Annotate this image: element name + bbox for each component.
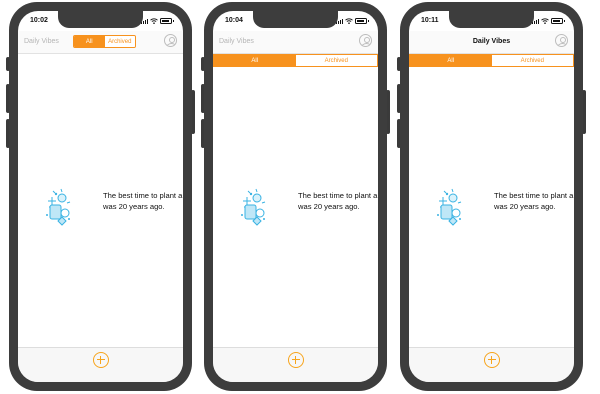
add-circle-icon[interactable] <box>93 352 109 368</box>
quote-card[interactable]: The best time to plant a tree was 20 yea… <box>238 183 378 228</box>
segmented-control: All Archived <box>409 54 574 67</box>
quote-text: The best time to plant a tree was 20 yea… <box>298 191 378 211</box>
illustration-icon <box>46 188 71 226</box>
navigation-bar: Daily Vibes <box>409 31 574 54</box>
quote-text: The best time to plant a tree was 20 yea… <box>494 191 574 211</box>
illustration-icon <box>241 188 266 226</box>
segmented-control: All Archived <box>213 54 378 67</box>
segment-archived[interactable]: Archived <box>295 55 377 66</box>
battery-icon <box>160 18 174 24</box>
status-time: 10:02 <box>30 17 48 24</box>
segment-archived[interactable]: Archived <box>104 36 135 47</box>
phone-2: 10:04 Daily Vibes All Archived The best … <box>201 2 390 391</box>
battery-icon <box>551 18 565 24</box>
wifi-icon <box>150 18 158 24</box>
quote-card[interactable]: The best time to plant a tree was 20 yea… <box>434 183 574 228</box>
status-icons <box>532 18 565 24</box>
wifi-icon <box>541 18 549 24</box>
quote-text: The best time to plant a tree was 20 yea… <box>103 191 183 211</box>
segment-archived[interactable]: Archived <box>491 55 573 66</box>
phone-3: 10:11 Daily Vibes All Archived The best … <box>397 2 586 391</box>
screen: 10:04 Daily Vibes All Archived The best … <box>213 11 378 382</box>
profile-icon[interactable] <box>164 34 177 47</box>
screen: 10:11 Daily Vibes All Archived The best … <box>409 11 574 382</box>
notch <box>58 11 143 28</box>
profile-icon[interactable] <box>555 34 568 47</box>
notch <box>449 11 534 28</box>
status-icons <box>141 18 174 24</box>
segment-all[interactable]: All <box>74 36 105 47</box>
phone-1: 10:02 Daily Vibes All Archived The best … <box>6 2 195 391</box>
tab-bar <box>18 347 183 382</box>
quote-card[interactable]: The best time to plant a tree was 20 yea… <box>43 183 183 228</box>
add-circle-icon[interactable] <box>484 352 500 368</box>
status-time: 10:04 <box>225 17 243 24</box>
nav-title: Daily Vibes <box>24 38 59 45</box>
navigation-bar: Daily Vibes <box>213 31 378 54</box>
segment-all[interactable]: All <box>410 55 492 66</box>
wifi-icon <box>345 18 353 24</box>
device-frame: 10:02 Daily Vibes All Archived The best … <box>9 2 192 391</box>
tab-bar <box>409 347 574 382</box>
illustration-icon <box>437 188 462 226</box>
navigation-bar: Daily Vibes All Archived <box>18 31 183 54</box>
battery-icon <box>355 18 369 24</box>
nav-title: Daily Vibes <box>219 38 254 45</box>
screen: 10:02 Daily Vibes All Archived The best … <box>18 11 183 382</box>
segment-all[interactable]: All <box>214 55 296 66</box>
tab-bar <box>213 347 378 382</box>
add-circle-icon[interactable] <box>288 352 304 368</box>
status-time: 10:11 <box>421 17 439 24</box>
device-frame: 10:04 Daily Vibes All Archived The best … <box>204 2 387 391</box>
notch <box>253 11 338 28</box>
status-icons <box>336 18 369 24</box>
profile-icon[interactable] <box>359 34 372 47</box>
nav-title: Daily Vibes <box>472 38 511 45</box>
segmented-control: All Archived <box>73 35 136 48</box>
device-frame: 10:11 Daily Vibes All Archived The best … <box>400 2 583 391</box>
